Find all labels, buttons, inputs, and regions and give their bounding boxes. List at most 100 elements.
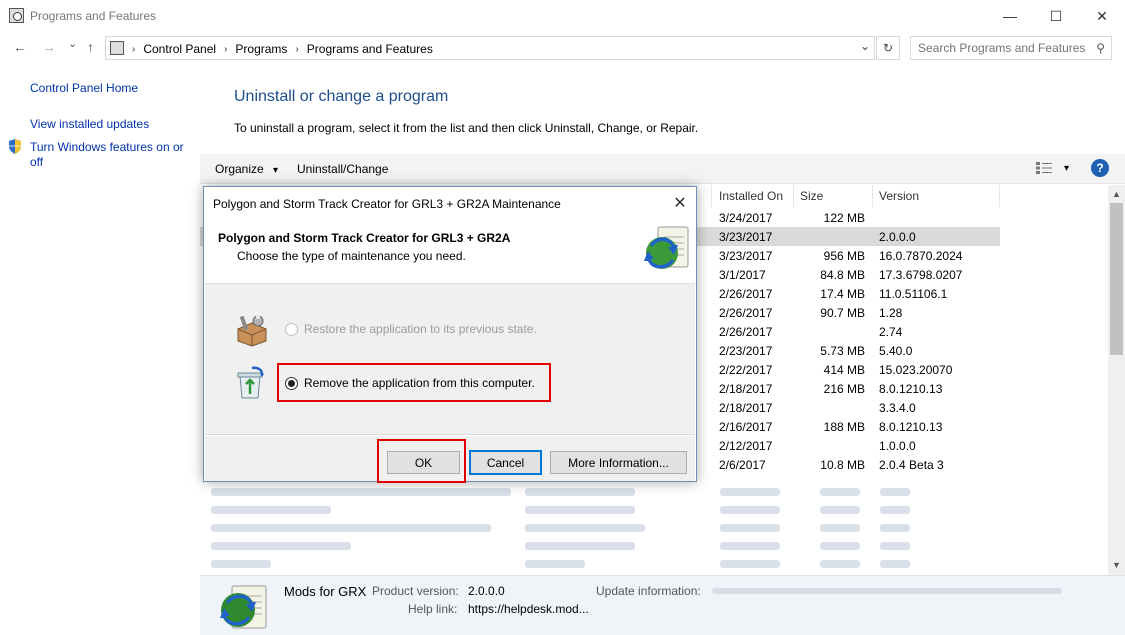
selected-program-name: Mods for GRX — [284, 584, 367, 599]
cell-size: 5.73 MB — [820, 344, 865, 358]
address-bar[interactable]: › Control Panel › Programs › Programs an… — [105, 36, 875, 60]
highlight-ok-button — [377, 439, 466, 483]
close-button[interactable]: ✕ — [1079, 0, 1125, 32]
address-dropdown-icon[interactable]: ⌄ — [860, 39, 870, 53]
title-bar: Programs and Features — ☐ ✕ — [0, 0, 1125, 32]
dialog-options-area — [205, 283, 695, 435]
cell-installed-on: 2/26/2017 — [719, 325, 773, 339]
search-icon[interactable]: ⚲ — [1096, 41, 1105, 55]
column-installed-on[interactable]: Installed On — [719, 189, 783, 203]
help-link-value[interactable]: https://helpdesk.mod... — [468, 602, 589, 616]
organize-button[interactable]: Organize ▾ — [215, 162, 278, 176]
column-separator — [711, 185, 712, 207]
repair-toolbox-icon — [235, 401, 269, 435]
search-input[interactable] — [918, 38, 1093, 58]
cell-size: 84.8 MB — [820, 268, 865, 282]
scroll-down-icon[interactable]: ▼ — [1108, 560, 1125, 570]
breadcrumb-programs[interactable]: Programs — [235, 42, 287, 56]
cell-version: 5.40.0 — [879, 344, 913, 358]
cell-version: 17.3.6798.0207 — [879, 268, 963, 282]
cell-size: 17.4 MB — [820, 287, 865, 301]
breadcrumb-control-panel[interactable]: Control Panel — [143, 42, 216, 56]
recent-locations-icon[interactable]: ⌄ — [68, 37, 77, 50]
breadcrumb-separator: › — [224, 43, 228, 55]
scrollbar-thumb[interactable] — [1110, 203, 1123, 355]
vertical-scrollbar[interactable]: ▲ ▼ — [1108, 185, 1125, 575]
breadcrumb-separator: › — [132, 43, 136, 55]
recycle-bin-icon — [237, 366, 264, 399]
installer-globe-icon — [644, 226, 689, 269]
cell-installed-on: 3/1/2017 — [719, 268, 766, 282]
column-size[interactable]: Size — [800, 189, 823, 203]
window-title: Programs and Features — [30, 9, 157, 23]
control-panel-icon — [110, 41, 124, 55]
restore-option-radio[interactable] — [285, 323, 298, 336]
cell-installed-on: 2/26/2017 — [719, 306, 773, 320]
search-box[interactable]: ⚲ — [910, 36, 1112, 60]
column-separator — [999, 185, 1000, 207]
organize-label: Organize — [215, 162, 264, 176]
cell-version: 15.023.20070 — [879, 363, 953, 377]
maximize-button[interactable]: ☐ — [1033, 0, 1079, 32]
cell-version: 16.0.7870.2024 — [879, 249, 963, 263]
dialog-close-button[interactable]: ✕ — [667, 191, 693, 215]
view-installed-updates-link[interactable]: View installed updates — [30, 117, 149, 131]
control-panel-home-link[interactable]: Control Panel Home — [30, 81, 138, 95]
more-information-button[interactable]: More Information... — [550, 451, 687, 474]
refresh-button[interactable]: ↻ — [876, 36, 900, 60]
view-options-icon[interactable] — [1036, 162, 1052, 174]
cell-installed-on: 3/23/2017 — [719, 230, 773, 244]
cell-version: 3.3.4.0 — [879, 401, 916, 415]
cell-version: 2.74 — [879, 325, 903, 339]
highlight-remove-option — [277, 363, 551, 402]
breadcrumb-programs-and-features[interactable]: Programs and Features — [307, 42, 433, 56]
help-icon[interactable]: ? — [1091, 159, 1109, 177]
cell-version: 1.0.0.0 — [879, 439, 916, 453]
chevron-down-icon: ▾ — [273, 165, 279, 176]
cell-size: 956 MB — [823, 249, 865, 263]
back-arrow-icon[interactable]: ← — [13, 39, 27, 55]
column-separator — [872, 185, 873, 207]
cell-version: 1.28 — [879, 306, 903, 320]
cell-version: 8.0.1210.13 — [879, 420, 943, 434]
cell-size: 10.8 MB — [820, 458, 865, 472]
maintenance-dialog: Polygon and Storm Track Creator for GRL3… — [203, 186, 697, 482]
cell-version: 2.0.4 Beta 3 — [879, 458, 944, 472]
page-title: Uninstall or change a program — [234, 88, 449, 105]
cell-installed-on: 2/16/2017 — [719, 420, 773, 434]
cell-size: 188 MB — [823, 420, 865, 434]
cell-installed-on: 2/12/2017 — [719, 439, 773, 453]
product-version-label: Product version: — [372, 584, 459, 598]
cell-size: 122 MB — [823, 211, 865, 225]
cell-installed-on: 2/22/2017 — [719, 363, 773, 377]
restore-option-label[interactable]: Restore the application to its previous … — [304, 322, 537, 336]
uninstall-change-button[interactable]: Uninstall/Change — [297, 162, 388, 176]
cancel-button[interactable]: Cancel — [469, 450, 542, 475]
update-information-label: Update information: — [596, 584, 701, 598]
minimize-button[interactable]: — — [987, 0, 1033, 32]
cell-installed-on: 3/24/2017 — [719, 211, 773, 225]
cell-size: 90.7 MB — [820, 306, 865, 320]
scroll-up-icon[interactable]: ▲ — [1108, 189, 1125, 199]
column-version[interactable]: Version — [879, 189, 919, 203]
cell-size: 216 MB — [823, 382, 865, 396]
help-link-label: Help link: — [408, 602, 458, 616]
cell-installed-on: 2/26/2017 — [719, 287, 773, 301]
cell-version: 8.0.1210.13 — [879, 382, 943, 396]
page-instructions: To uninstall a program, select it from t… — [234, 121, 699, 135]
turn-windows-features-link[interactable]: Turn Windows features on or off — [30, 140, 190, 170]
program-installer-icon — [220, 585, 267, 629]
blurred-update-info — [712, 588, 1062, 594]
up-arrow-icon[interactable]: ↑ — [87, 39, 94, 55]
cell-installed-on: 3/23/2017 — [719, 249, 773, 263]
dialog-heading: Polygon and Storm Track Creator for GRL3… — [218, 231, 511, 245]
cell-installed-on: 2/18/2017 — [719, 401, 773, 415]
cell-size: 414 MB — [823, 363, 865, 377]
dialog-subheading: Choose the type of maintenance you need. — [237, 249, 466, 263]
address-row: ← → ⌄ ↑ › Control Panel › Programs › Pro… — [0, 33, 1125, 63]
cell-version: 11.0.51106.1 — [879, 287, 948, 301]
forward-arrow-icon[interactable]: → — [42, 39, 56, 55]
control-panel-icon — [9, 8, 24, 23]
dialog-title: Polygon and Storm Track Creator for GRL3… — [213, 197, 561, 211]
view-dropdown-icon[interactable]: ▾ — [1064, 163, 1069, 174]
